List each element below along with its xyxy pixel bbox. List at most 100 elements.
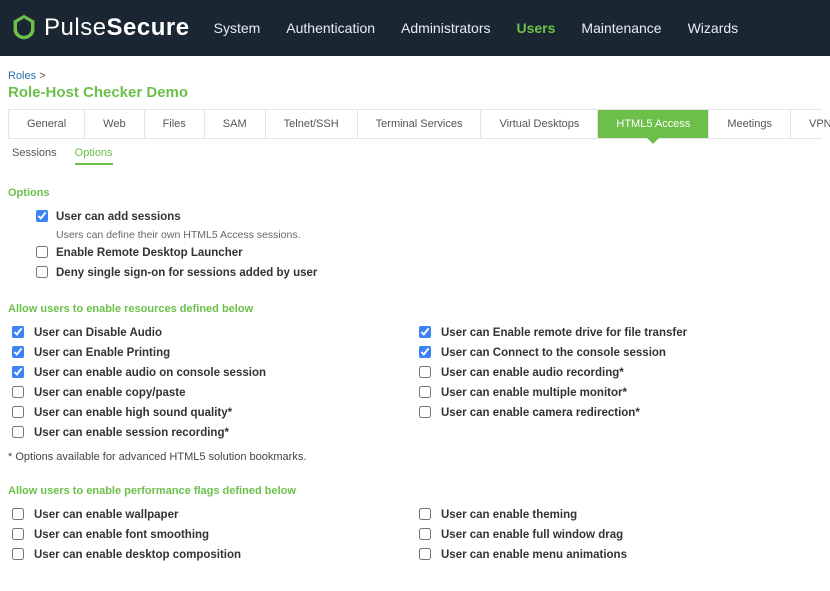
option-row: User can enable font smoothing: [12, 527, 415, 543]
option-row: User can Enable remote drive for file tr…: [419, 325, 822, 341]
option-label: Deny single sign-on for sessions added b…: [56, 265, 317, 281]
top-nav-bar: PulseSecure System Authentication Administ…: [0, 0, 830, 56]
nav-item-administrators[interactable]: Administrators: [401, 20, 490, 36]
option-checkbox[interactable]: [419, 366, 431, 378]
option-label: Enable Remote Desktop Launcher: [56, 245, 243, 261]
option-row: User can enable desktop composition: [12, 547, 415, 563]
option-label: User can enable font smoothing: [34, 527, 209, 543]
tab-terminal-services[interactable]: Terminal Services: [357, 110, 481, 138]
subtab-sessions[interactable]: Sessions: [12, 147, 57, 165]
resources-left: User can Disable Audio User can Enable Pr…: [8, 325, 415, 445]
resources-footnote: * Options available for advanced HTML5 s…: [8, 451, 822, 463]
tab-sam[interactable]: SAM: [204, 110, 265, 138]
tab-web[interactable]: Web: [84, 110, 143, 138]
option-checkbox[interactable]: [419, 326, 431, 338]
breadcrumb-link[interactable]: Roles: [8, 70, 36, 82]
option-checkbox[interactable]: [12, 426, 24, 438]
option-label: User can enable full window drag: [441, 527, 623, 543]
option-label: User can enable wallpaper: [34, 507, 178, 523]
option-row: Deny single sign-on for sessions added b…: [36, 265, 822, 281]
tab-telnet-ssh[interactable]: Telnet/SSH: [265, 110, 357, 138]
tab-vpn-tunneling[interactable]: VPN Tunneling: [790, 110, 830, 138]
option-label: User can Disable Audio: [34, 325, 162, 341]
nav-item-users[interactable]: Users: [517, 20, 556, 36]
option-checkbox[interactable]: [12, 366, 24, 378]
nav-item-system[interactable]: System: [214, 20, 261, 36]
option-row: User can enable audio on console session: [12, 365, 415, 381]
subtab-options[interactable]: Options: [75, 147, 113, 165]
page-content: Roles > Role-Host Checker Demo GeneralWe…: [0, 56, 830, 591]
performance-left: User can enable wallpaper User can enable…: [8, 507, 415, 567]
option-label: User can enable camera redirection*: [441, 405, 640, 421]
tab-files[interactable]: Files: [144, 110, 204, 138]
nav-item-authentication[interactable]: Authentication: [286, 20, 375, 36]
nav-item-wizards[interactable]: Wizards: [688, 20, 739, 36]
pulse-secure-icon: [10, 13, 38, 44]
section-resources-title: Allow users to enable resources defined …: [8, 303, 822, 315]
option-checkbox[interactable]: [36, 246, 48, 258]
resources-columns: User can Disable Audio User can Enable Pr…: [8, 325, 822, 445]
options-list: User can add sessions Users can define th…: [36, 209, 822, 281]
section-options-title: Options: [8, 187, 822, 199]
nav-item-maintenance[interactable]: Maintenance: [581, 20, 661, 36]
option-label: User can enable theming: [441, 507, 577, 523]
option-checkbox[interactable]: [36, 210, 48, 222]
option-label: User can enable multiple monitor*: [441, 385, 627, 401]
option-checkbox[interactable]: [419, 406, 431, 418]
option-checkbox[interactable]: [419, 508, 431, 520]
option-checkbox[interactable]: [419, 386, 431, 398]
option-checkbox[interactable]: [36, 266, 48, 278]
section-performance-title: Allow users to enable performance flags …: [8, 485, 822, 497]
breadcrumb: Roles >: [8, 70, 822, 82]
option-label: User can Enable Printing: [34, 345, 170, 361]
page-title: Role-Host Checker Demo: [8, 84, 822, 101]
option-row: Enable Remote Desktop Launcher: [36, 245, 822, 261]
option-checkbox[interactable]: [12, 326, 24, 338]
option-checkbox[interactable]: [419, 346, 431, 358]
breadcrumb-sep: >: [39, 70, 45, 82]
option-row: User can enable menu animations: [419, 547, 822, 563]
option-row: User can Enable Printing: [12, 345, 415, 361]
option-label: User can enable menu animations: [441, 547, 627, 563]
option-label: User can add sessions: [56, 209, 181, 225]
option-checkbox[interactable]: [419, 528, 431, 540]
option-label: User can enable desktop composition: [34, 547, 241, 563]
option-row: User can add sessions: [36, 209, 822, 225]
option-checkbox[interactable]: [12, 406, 24, 418]
option-row: User can enable full window drag: [419, 527, 822, 543]
resources-right: User can Enable remote drive for file tr…: [415, 325, 822, 445]
primary-tabs: GeneralWebFilesSAMTelnet/SSHTerminal Ser…: [8, 109, 822, 139]
option-checkbox[interactable]: [12, 508, 24, 520]
option-label: User can enable session recording*: [34, 425, 229, 441]
tab-meetings[interactable]: Meetings: [708, 110, 790, 138]
tab-general[interactable]: General: [8, 110, 84, 138]
option-row: User can Disable Audio: [12, 325, 415, 341]
option-row: User can enable wallpaper: [12, 507, 415, 523]
option-desc: Users can define their own HTML5 Access …: [56, 229, 822, 241]
brand-logo: PulseSecure: [10, 13, 190, 44]
performance-right: User can enable theming User can enable f…: [415, 507, 822, 567]
option-checkbox[interactable]: [12, 386, 24, 398]
tab-virtual-desktops[interactable]: Virtual Desktops: [480, 110, 597, 138]
option-row: User can enable theming: [419, 507, 822, 523]
secondary-tabs: Sessions Options: [8, 141, 822, 165]
option-label: User can enable audio recording*: [441, 365, 624, 381]
option-label: User can Enable remote drive for file tr…: [441, 325, 687, 341]
option-row: User can enable camera redirection*: [419, 405, 822, 421]
tab-html5-access[interactable]: HTML5 Access: [597, 110, 708, 138]
performance-columns: User can enable wallpaper User can enable…: [8, 507, 822, 567]
main-nav: System Authentication Administrators Users M…: [214, 20, 739, 36]
option-row: User can enable audio recording*: [419, 365, 822, 381]
option-checkbox[interactable]: [12, 528, 24, 540]
option-row: User can Connect to the console session: [419, 345, 822, 361]
option-checkbox[interactable]: [12, 548, 24, 560]
option-label: User can enable audio on console session: [34, 365, 266, 381]
option-row: User can enable high sound quality*: [12, 405, 415, 421]
option-row: User can enable copy/paste: [12, 385, 415, 401]
option-label: User can enable high sound quality*: [34, 405, 232, 421]
option-label: User can Connect to the console session: [441, 345, 666, 361]
option-checkbox[interactable]: [12, 346, 24, 358]
option-label: User can enable copy/paste: [34, 385, 185, 401]
option-checkbox[interactable]: [419, 548, 431, 560]
option-row: User can enable session recording*: [12, 425, 415, 441]
